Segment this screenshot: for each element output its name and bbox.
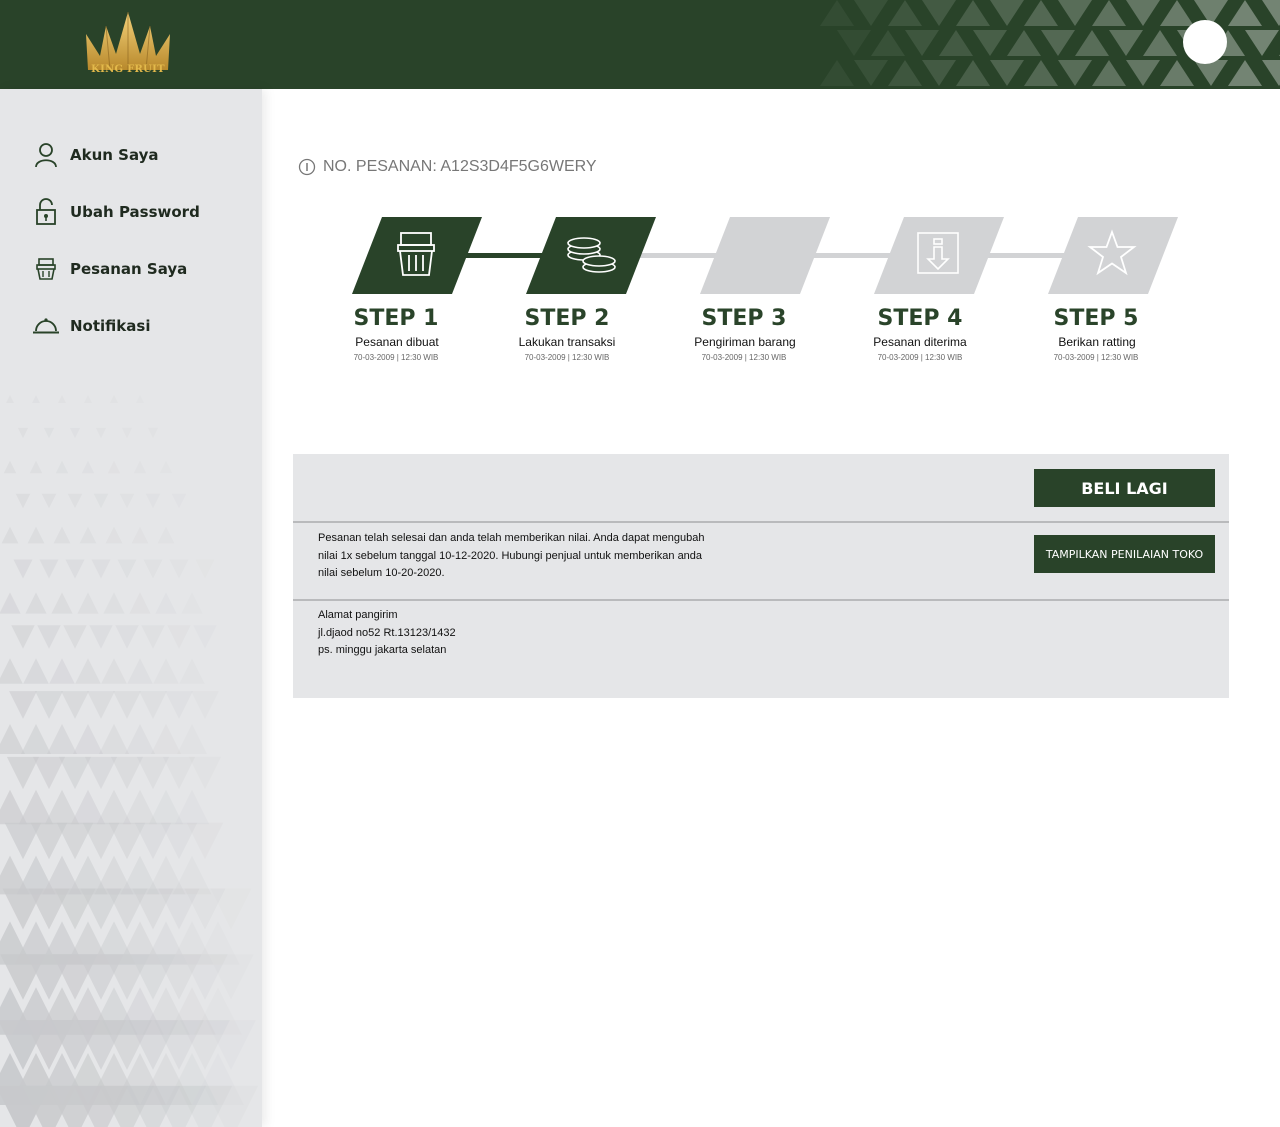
step-2-badge [526,217,656,294]
sidebar: Akun Saya Ubah Password Pesanan Saya Not… [0,89,262,1127]
sidebar-item-ubah-password[interactable]: Ubah Password [32,198,200,226]
address-title: Alamat pangirim [318,609,398,621]
step-4-title: STEP 4 [877,306,963,331]
step-2-date: 70-03-2009 | 12:30 WIB [524,353,610,362]
sidebar-item-label: Akun Saya [70,146,159,164]
sidebar-item-label: Notifikasi [70,317,151,335]
step-1-badge [352,217,482,294]
step-5-subtitle: Berikan ratting [1058,335,1136,349]
step-4-badge [874,217,1004,294]
top-header: KING FRUIT [0,0,1280,89]
step-5-date: 70-03-2009 | 12:30 WIB [1053,353,1139,362]
message-line: nilai 1x sebelum tanggal 10-12-2020. Hub… [318,549,703,562]
step-3-subtitle: Pengiriman barang [694,335,796,349]
address-line: ps. minggu jakarta selatan [318,644,447,656]
sidebar-item-akun-saya[interactable]: Akun Saya [32,141,159,169]
step-5-title: STEP 5 [1053,306,1139,331]
step-1-date: 70-03-2009 | 12:30 WIB [353,353,439,362]
order-number: NO. PESANAN: A12S3D4F5G6WERY [298,158,597,176]
step-2-title: STEP 2 [524,306,610,331]
step-3-date: 70-03-2009 | 12:30 WIB [701,353,787,362]
address-line: jl.djaod no52 Rt.13123/1432 [318,627,456,639]
step-3-title: STEP 3 [701,306,787,331]
panel-divider-1 [293,521,1229,523]
sidebar-item-pesanan-saya[interactable]: Pesanan Saya [32,255,187,283]
sidebar-item-notifikasi[interactable]: Notifikasi [32,312,150,340]
brand-name: KING FRUIT [91,64,165,75]
bell-icon [32,312,60,340]
user-icon [32,141,60,169]
avatar[interactable] [1183,20,1227,64]
sidebar-triangle-pattern [0,395,259,1127]
order-number-text: NO. PESANAN: A12S3D4F5G6WERY [323,158,597,175]
sidebar-item-label: Pesanan Saya [70,260,188,278]
beli-lagi-button[interactable]: BELI LAGI [1034,469,1215,507]
basket-icon [32,255,60,283]
step-4-date: 70-03-2009 | 12:30 WIB [877,353,963,362]
step-1-title: STEP 1 [353,306,439,331]
step-1-subtitle: Pesanan dibuat [355,335,439,349]
step-5-badge [1048,217,1178,294]
step-4-subtitle: Pesanan diterima [873,335,967,349]
step-3-badge [700,217,830,294]
info-icon [298,158,316,176]
tampilkan-penilaian-toko-button[interactable]: TAMPILKAN PENILAIAN TOKO [1034,535,1215,573]
lock-icon [32,198,60,226]
order-status-message: Pesanan telah selesai dan anda telah mem… [318,530,708,583]
sidebar-item-label: Ubah Password [70,203,200,221]
message-line: Pesanan telah selesai dan anda telah mem… [318,532,705,544]
panel-divider-2 [293,599,1229,601]
step-2-subtitle: Lakukan transaksi [518,335,616,349]
message-line: nilai sebelum 10-20-2020. [318,567,445,579]
